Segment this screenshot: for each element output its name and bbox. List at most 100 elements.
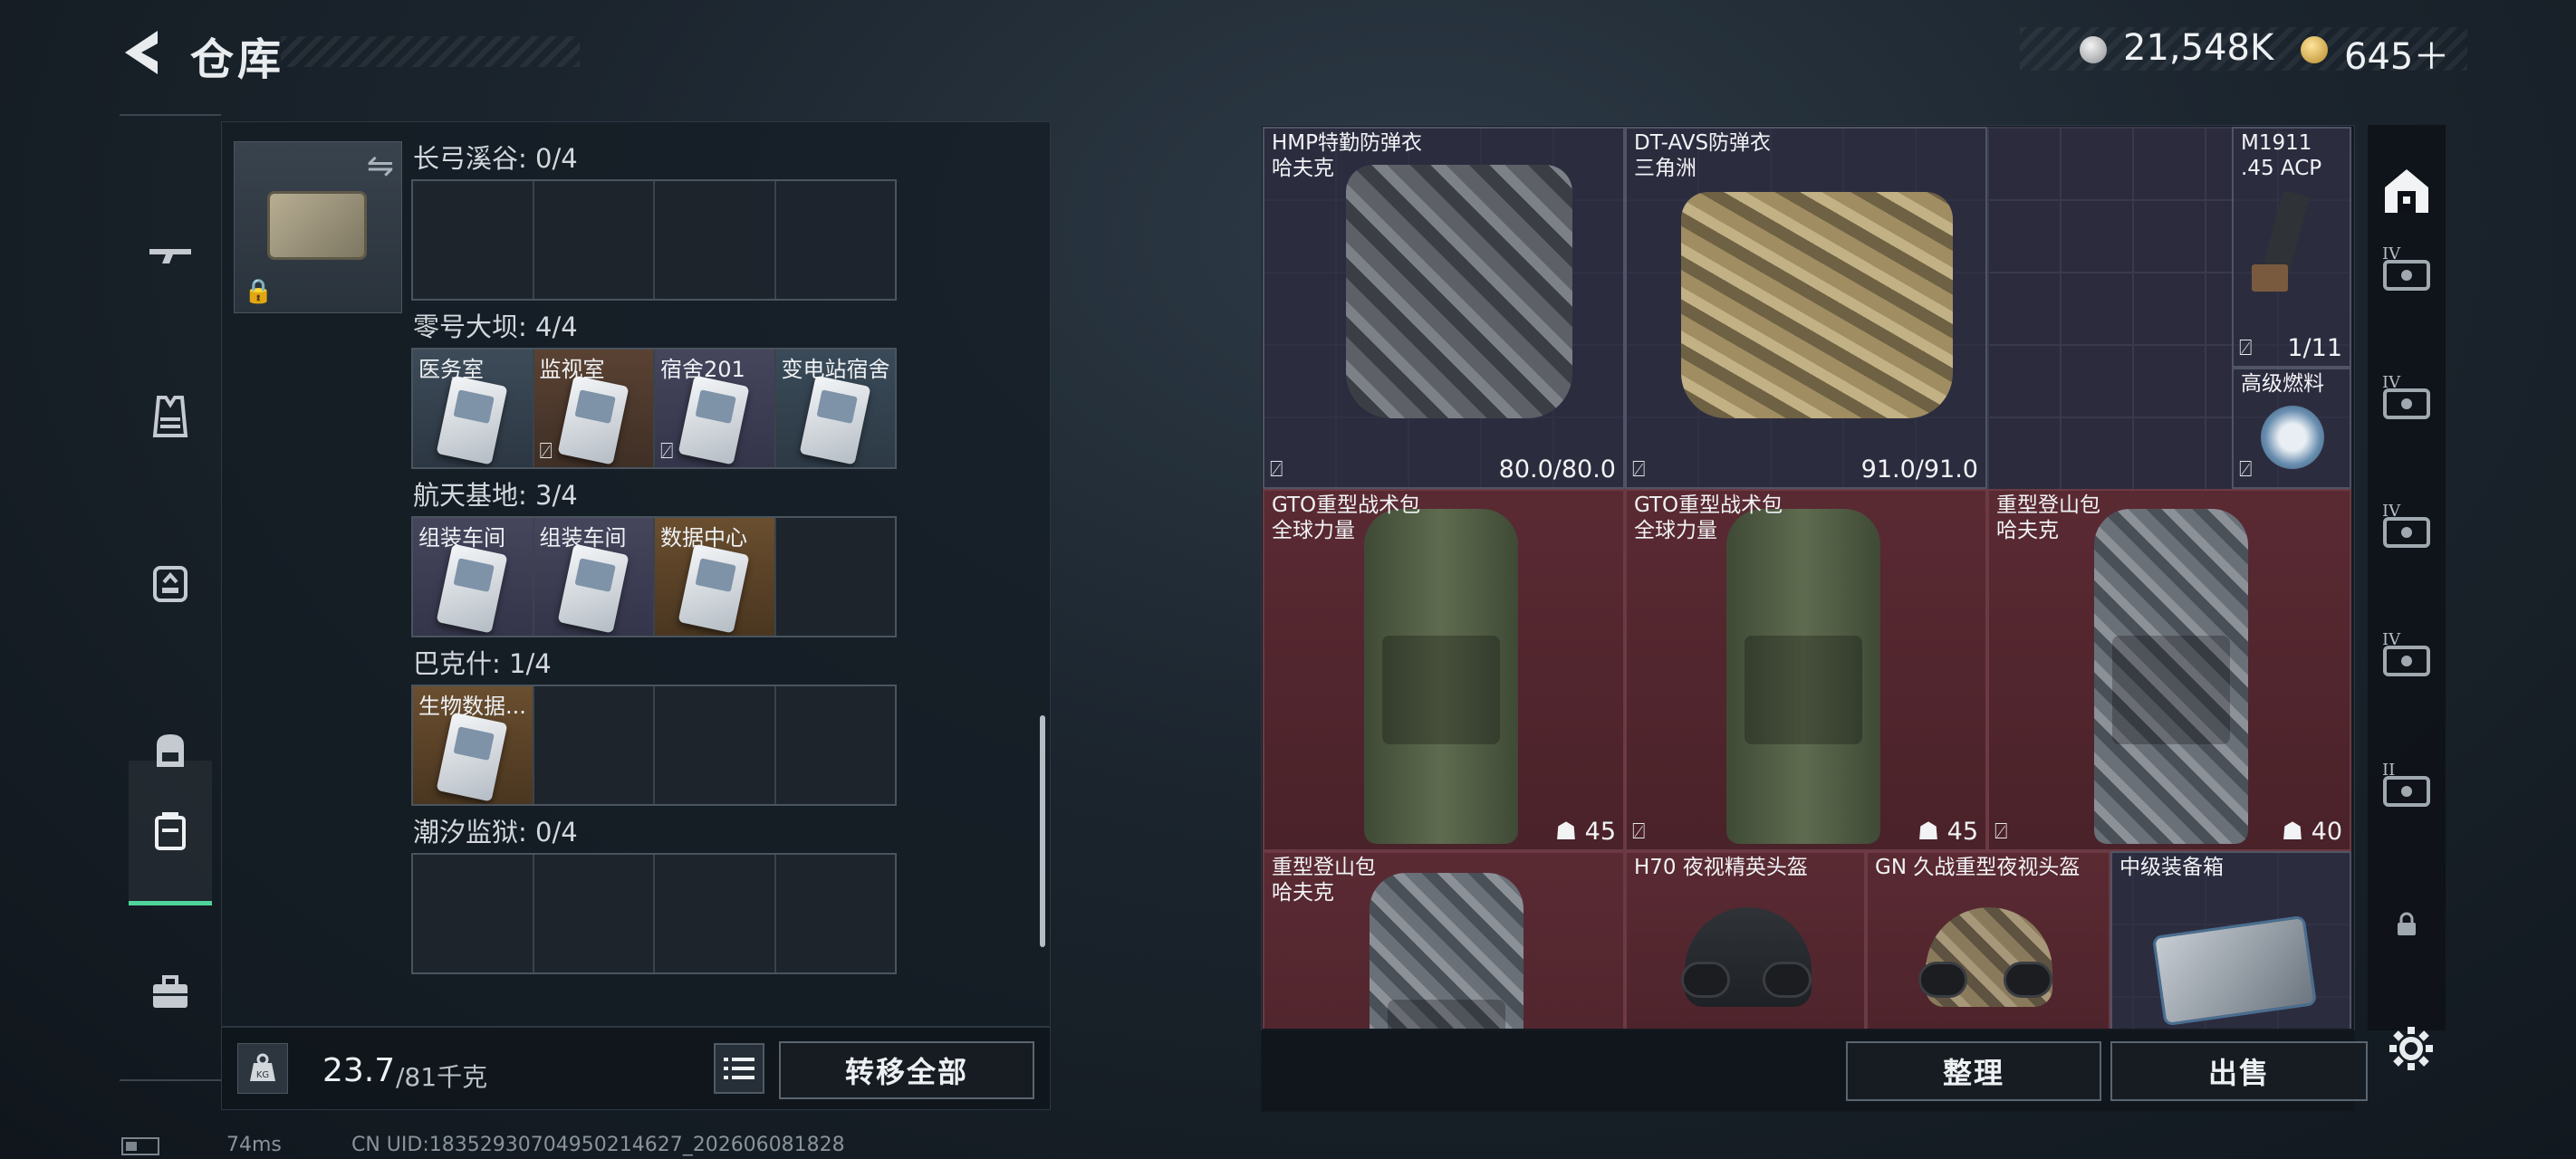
night-vision-lens	[1681, 962, 1730, 998]
key-slot[interactable]: 组装车间	[533, 518, 655, 636]
inventory-item-equipment-box[interactable]: 中级装备箱	[2110, 851, 2351, 1029]
group-label-tideprison: 潮汐监狱: 0/4	[413, 817, 578, 848]
inventory-item-gto-pack[interactable]: GTO重型战术包 全球力量 ⍁ ☗ 45	[1625, 489, 1987, 851]
inventory-item-h70-helmet[interactable]: H70 夜视精英头盔	[1625, 851, 1866, 1029]
capacity-number: 45	[1584, 818, 1616, 846]
key-name: 医务室	[418, 357, 484, 382]
silver-balance: 21,548K	[2123, 27, 2274, 69]
equipment-box-image	[2151, 915, 2318, 1027]
back-button[interactable]	[120, 27, 165, 78]
no-insurance-icon: ⍁	[1994, 819, 2008, 844]
empty-slot[interactable]	[776, 855, 896, 972]
sidebar-item-armor[interactable]	[129, 344, 212, 489]
inventory-item-gn-helmet[interactable]: GN 久战重型夜视头盔	[1866, 851, 2110, 1029]
tab-locked[interactable]	[2379, 896, 2435, 953]
vest-image	[1346, 165, 1572, 418]
keycard-case-image	[267, 191, 367, 260]
tab-case-1[interactable]: IV	[2379, 244, 2435, 301]
durability-value: 80.0/80.0	[1498, 455, 1616, 484]
inventory-item-dtavs-vest[interactable]: DT-AVS防弹衣 三角洲 ⍁ 91.0/91.0	[1625, 127, 1987, 489]
inventory-item-climbing-pack[interactable]: 重型登山包 哈夫克 ⍁ ☗ 40	[1987, 489, 2351, 851]
key-slot[interactable]: 监视室 ⍁	[533, 350, 655, 467]
key-grid-tideprison	[411, 853, 897, 974]
inventory-item-fuel[interactable]: 高级燃料 ⍁	[2232, 368, 2351, 489]
key-name: 宿舍201	[660, 357, 745, 382]
empty-slot[interactable]	[413, 855, 534, 972]
key-slot[interactable]: 医务室	[413, 350, 534, 467]
backpack-image	[1370, 873, 1523, 1029]
title-decoration	[281, 36, 580, 67]
no-insurance-icon: ⍁	[2239, 456, 2253, 482]
gold-balance[interactable]: 645＋	[2344, 27, 2449, 80]
keycard-case-item[interactable]: ⇋ 🔒	[234, 141, 402, 313]
empty-slot[interactable]	[534, 181, 655, 299]
keycard-image	[799, 375, 870, 465]
key-slot[interactable]: 组装车间	[413, 518, 534, 636]
no-insurance-icon: ⍁	[539, 438, 553, 464]
empty-slot[interactable]	[776, 686, 896, 804]
inventory-item-gto-pack[interactable]: GTO重型战术包 全球力量 ☗ 45	[1263, 489, 1625, 851]
inventory-item-m1911[interactable]: M1911 .45 ACP ⍁ 1/11	[2232, 127, 2351, 368]
item-name: GN 久战重型夜视头盔	[1875, 856, 2081, 879]
sort-button[interactable]: 整理	[1846, 1041, 2101, 1101]
keycard-image	[436, 375, 508, 465]
no-insurance-icon: ⍁	[1270, 456, 1283, 482]
empty-slot[interactable]	[413, 181, 534, 299]
no-insurance-icon: ⍁	[1632, 456, 1646, 482]
group-label-spacebase: 航天基地: 3/4	[413, 480, 578, 511]
key-name: 数据中心	[660, 525, 747, 551]
item-name: DT-AVS防弹衣 三角洲	[1634, 131, 1772, 180]
list-view-button[interactable]	[714, 1043, 764, 1094]
key-name: 生物数据...	[418, 694, 526, 719]
key-slot[interactable]: 生物数据...	[413, 686, 534, 804]
vest-image	[1681, 192, 1953, 418]
empty-slot[interactable]	[776, 181, 896, 299]
settings-button[interactable]	[2386, 1023, 2437, 1074]
swap-icon[interactable]: ⇋	[367, 148, 394, 185]
tier-label: IV	[2382, 630, 2401, 649]
key-name: 组装车间	[418, 525, 505, 551]
item-name: GTO重型战术包 全球力量	[1272, 493, 1421, 542]
silver-coin-icon	[2080, 36, 2107, 63]
empty-slot[interactable]	[655, 181, 776, 299]
sidebar-item-toolbox[interactable]	[129, 920, 212, 1065]
inventory-grid: HMP特勤防弹衣 哈夫克 ⍁ 80.0/80.0 DT-AVS防弹衣 三角洲 ⍁…	[1263, 127, 2351, 1029]
night-vision-lens	[2004, 962, 2052, 998]
back-arrow-icon	[125, 31, 158, 74]
transfer-all-button[interactable]: 转移全部	[779, 1041, 1034, 1099]
item-name: HMP特勤防弹衣 哈夫克	[1272, 131, 1423, 180]
no-insurance-icon: ⍁	[660, 438, 674, 464]
tab-case-2[interactable]: IV	[2379, 373, 2435, 429]
empty-slot[interactable]	[655, 855, 776, 972]
empty-slot[interactable]	[655, 686, 776, 804]
tab-case-4[interactable]: IV	[2379, 630, 2435, 686]
key-slot[interactable]: 变电站宿舍	[775, 350, 895, 467]
tab-main-stash[interactable]	[2379, 163, 2435, 219]
tier-label: IV	[2382, 502, 2401, 521]
empty-slot[interactable]	[534, 855, 655, 972]
inventory-item-climbing-pack[interactable]: 重型登山包 哈夫克	[1263, 851, 1625, 1029]
sidebar-item-keys[interactable]	[129, 761, 212, 905]
capacity-value: ☗ 40	[2282, 818, 2342, 846]
gear-icon	[2389, 1027, 2433, 1070]
weight-max: /81千克	[396, 1062, 488, 1092]
key-slot[interactable]: 宿舍201 ⍁	[655, 350, 776, 467]
keycard-image	[436, 712, 508, 802]
sidebar-item-weapons[interactable]	[129, 183, 212, 328]
sidebar-item-chest-rig[interactable]	[129, 511, 212, 656]
empty-slot[interactable]	[776, 518, 896, 636]
item-name: 中级装备箱	[2119, 856, 2224, 879]
inventory-item-hmp-vest[interactable]: HMP特勤防弹衣 哈夫克 ⍁ 80.0/80.0	[1263, 127, 1625, 489]
sell-button[interactable]: 出售	[2110, 1041, 2368, 1101]
key-slot[interactable]: 数据中心	[655, 518, 776, 636]
key-grid-brakkesh: 生物数据...	[411, 685, 897, 806]
tab-case-3[interactable]: IV	[2379, 502, 2435, 558]
battery-icon	[121, 1137, 159, 1155]
capacity-value: ☗ 45	[1555, 818, 1616, 846]
ping-readout: 74ms	[226, 1134, 282, 1156]
tab-case-5[interactable]: II	[2379, 761, 2435, 817]
stash-scrollbar[interactable]	[1040, 715, 1045, 947]
empty-slot[interactable]	[534, 686, 655, 804]
keycard-case-icon	[155, 811, 186, 850]
key-name: 变电站宿舍	[781, 357, 890, 382]
